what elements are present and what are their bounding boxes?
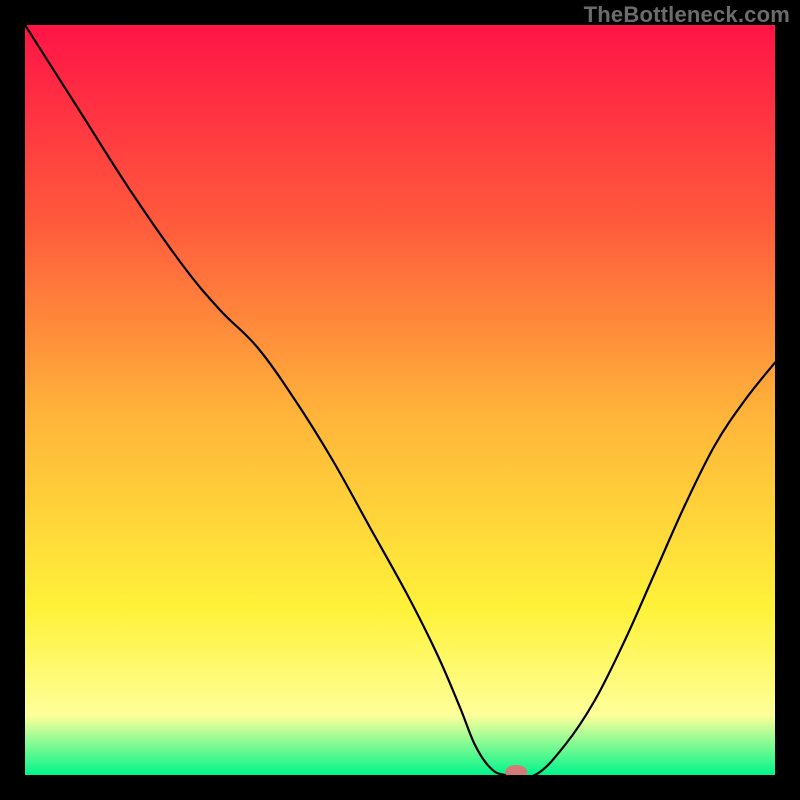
bottleneck-chart <box>25 25 775 775</box>
watermark-text: TheBottleneck.com <box>584 2 790 28</box>
outer-frame: TheBottleneck.com <box>0 0 800 800</box>
gradient-background <box>25 25 775 775</box>
